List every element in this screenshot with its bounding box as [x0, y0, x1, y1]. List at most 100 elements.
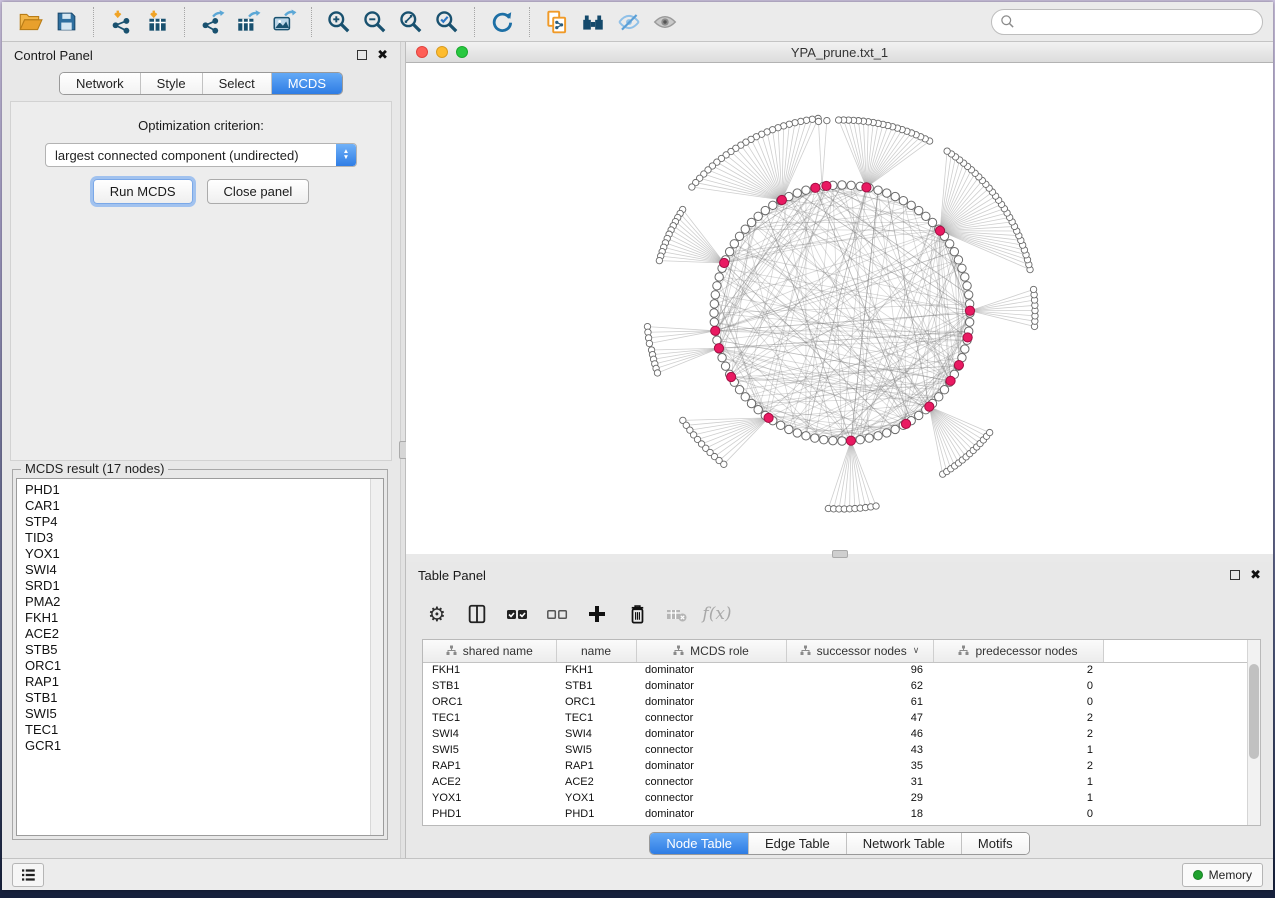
mcds-result-item[interactable]: STP4: [25, 514, 369, 530]
mcds-result-item[interactable]: CAR1: [25, 498, 369, 514]
function-builder-button[interactable]: f(x): [700, 598, 734, 630]
table-tab-edge-table[interactable]: Edge Table: [748, 833, 846, 854]
table-row[interactable]: STB1STB1dominator620: [423, 678, 1247, 694]
search-field[interactable]: [991, 9, 1263, 35]
export-table-icon: [235, 9, 261, 35]
mcds-result-item[interactable]: YOX1: [25, 546, 369, 562]
table-row[interactable]: PHD1PHD1dominator180: [423, 806, 1247, 822]
tab-mcds[interactable]: MCDS: [271, 73, 342, 94]
mcds-result-item[interactable]: ACE2: [25, 626, 369, 642]
hsplitter-grip[interactable]: [832, 550, 848, 558]
trash-icon: [626, 603, 649, 626]
open-file-button[interactable]: [12, 5, 48, 39]
import-network-button[interactable]: [103, 5, 139, 39]
mcds-result-item[interactable]: TID3: [25, 530, 369, 546]
deselect-all-button[interactable]: [540, 598, 574, 630]
search-input[interactable]: [1020, 14, 1254, 29]
network-canvas[interactable]: [406, 63, 1273, 554]
table-tab-network-table[interactable]: Network Table: [846, 833, 961, 854]
table-cell: YOX1: [423, 790, 556, 806]
mcds-result-item[interactable]: SWI5: [25, 706, 369, 722]
column-header-successor-nodes[interactable]: successor nodes∨: [786, 640, 933, 662]
show-all-button[interactable]: [647, 5, 683, 39]
tab-network[interactable]: Network: [60, 73, 140, 94]
table-cell: ORC1: [556, 694, 636, 710]
zoom-fit-button[interactable]: [393, 5, 429, 39]
table-settings-button[interactable]: ⚙: [420, 598, 454, 630]
mcds-result-item[interactable]: PHD1: [25, 482, 369, 498]
table-row[interactable]: FKH1FKH1dominator962: [423, 662, 1247, 678]
float-table-panel-icon[interactable]: [1230, 570, 1240, 580]
zoom-selected-button[interactable]: [429, 5, 465, 39]
horizontal-splitter[interactable]: [406, 554, 1273, 562]
mcds-result-item[interactable]: STB5: [25, 642, 369, 658]
delete-column-button[interactable]: [620, 598, 654, 630]
tab-select[interactable]: Select: [202, 73, 271, 94]
mcds-result-item[interactable]: SRD1: [25, 578, 369, 594]
table-row[interactable]: ORC1ORC1dominator610: [423, 694, 1247, 710]
column-header-filler: [1103, 640, 1247, 662]
mcds-result-item[interactable]: PMA2: [25, 594, 369, 610]
mcds-result-item[interactable]: ORC1: [25, 658, 369, 674]
table-cell: 96: [786, 662, 933, 678]
table-scrollbar-thumb[interactable]: [1249, 664, 1259, 759]
table-row[interactable]: SWI4SWI4dominator462: [423, 726, 1247, 742]
table-cell: STB1: [556, 678, 636, 694]
close-table-panel-icon[interactable]: ✖: [1250, 570, 1261, 580]
import-table-button[interactable]: [139, 5, 175, 39]
clone-network-button[interactable]: [539, 5, 575, 39]
table-cell: connector: [636, 790, 786, 806]
table-row[interactable]: RAP1RAP1dominator352: [423, 758, 1247, 774]
export-network-button[interactable]: [194, 5, 230, 39]
hide-selected-button[interactable]: [611, 5, 647, 39]
float-panel-icon[interactable]: [357, 50, 367, 60]
close-panel-button[interactable]: Close panel: [207, 179, 310, 204]
plus-icon: [585, 602, 609, 626]
mcds-result-item[interactable]: GCR1: [25, 738, 369, 754]
table-cell: 29: [786, 790, 933, 806]
table-row[interactable]: TEC1TEC1connector472: [423, 710, 1247, 726]
mcds-result-item[interactable]: TEC1: [25, 722, 369, 738]
select-all-button[interactable]: [500, 598, 534, 630]
delete-table-button[interactable]: [660, 598, 694, 630]
table-scrollbar[interactable]: [1247, 640, 1260, 825]
table-tab-motifs[interactable]: Motifs: [961, 833, 1029, 854]
memory-status-icon: [1193, 870, 1203, 880]
memory-button[interactable]: Memory: [1182, 863, 1263, 887]
table-cell: connector: [636, 742, 786, 758]
table-cell: SWI5: [423, 742, 556, 758]
mcds-result-item[interactable]: FKH1: [25, 610, 369, 626]
mcds-result-item[interactable]: RAP1: [25, 674, 369, 690]
show-columns-button[interactable]: [460, 598, 494, 630]
run-mcds-button[interactable]: Run MCDS: [93, 179, 193, 204]
tab-style[interactable]: Style: [140, 73, 202, 94]
table-row[interactable]: SWI5SWI5connector431: [423, 742, 1247, 758]
mcds-result-item[interactable]: SWI4: [25, 562, 369, 578]
deselect-all-icon: [545, 602, 569, 626]
refresh-button[interactable]: [484, 5, 520, 39]
zoom-in-button[interactable]: [321, 5, 357, 39]
export-image-button[interactable]: [266, 5, 302, 39]
task-history-button[interactable]: [12, 863, 44, 887]
column-header-name[interactable]: name: [556, 640, 636, 662]
criterion-select[interactable]: largest connected component (undirected)…: [45, 143, 357, 167]
export-table-button[interactable]: [230, 5, 266, 39]
table-row[interactable]: ACE2ACE2connector311: [423, 774, 1247, 790]
table-row[interactable]: YOX1YOX1connector291: [423, 790, 1247, 806]
add-column-button[interactable]: [580, 598, 614, 630]
table-tab-node-table[interactable]: Node Table: [650, 833, 748, 854]
table-cell: 0: [933, 806, 1103, 822]
table-cell: 18: [786, 806, 933, 822]
criterion-value: largest connected component (undirected): [46, 144, 336, 166]
save-session-button[interactable]: [48, 5, 84, 39]
column-header-predecessor-nodes[interactable]: predecessor nodes: [933, 640, 1103, 662]
close-panel-icon[interactable]: ✖: [377, 50, 388, 60]
column-header-MCDS-role[interactable]: MCDS role: [636, 640, 786, 662]
mcds-result-item[interactable]: STB1: [25, 690, 369, 706]
first-neighbors-button[interactable]: [575, 5, 611, 39]
column-header-shared-name[interactable]: shared name: [423, 640, 556, 662]
zoom-out-button[interactable]: [357, 5, 393, 39]
mcds-list-scrollbar[interactable]: [370, 479, 383, 835]
table-cell: PHD1: [556, 806, 636, 822]
network-titlebar[interactable]: YPA_prune.txt_1: [406, 42, 1273, 63]
